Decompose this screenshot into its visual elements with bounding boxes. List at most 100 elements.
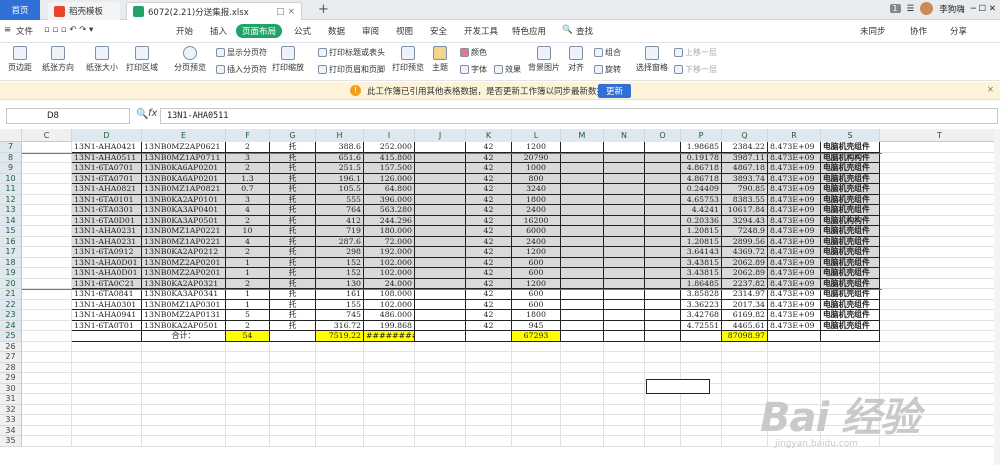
cell-g[interactable] [270,436,316,447]
cell-i[interactable]: 157.500 [364,163,415,174]
cell-h[interactable]: 152 [316,268,364,279]
cell-t[interactable] [880,142,1000,153]
cell-h[interactable] [316,352,364,363]
cell-m[interactable] [561,394,604,405]
cell-s[interactable]: 电脑机壳组件 [821,163,880,174]
menu-start[interactable]: 开始 [176,25,193,37]
cell-i[interactable]: 102.000 [364,268,415,279]
column-header-p[interactable]: P [681,129,722,142]
cell-r[interactable]: 8.473E+09 [768,268,821,279]
cell-p[interactable]: 3.43815 [681,257,722,268]
cell-j[interactable] [415,152,466,163]
cell-g[interactable]: 托 [270,215,316,226]
cell-r[interactable]: 8.473E+09 [768,236,821,247]
cell-t[interactable] [880,320,1000,331]
cell-n[interactable] [604,236,645,247]
cell-t[interactable] [880,205,1000,216]
cell-f[interactable]: 2 [226,320,270,331]
cell-j[interactable] [415,142,466,153]
cell-h[interactable]: 745 [316,310,364,321]
cell-m[interactable] [561,152,604,163]
cell-c[interactable] [22,257,72,268]
cell-l[interactable]: 1200 [512,278,561,289]
cell-h[interactable]: 152 [316,257,364,268]
cell-d[interactable]: 13N1-6TA0301 [72,205,142,216]
cell-p[interactable]: 3.43815 [681,268,722,279]
cell-m[interactable] [561,352,604,363]
cell-s[interactable]: 电脑机壳组件 [821,278,880,289]
cell-f[interactable] [226,415,270,426]
cell-c[interactable] [22,247,72,258]
cell-h[interactable] [316,436,364,447]
cell-q[interactable]: 6169.82 [722,310,768,321]
tab-workbook[interactable]: 6072(2.21)分送集报.xlsx □ × [126,2,302,20]
cell-f[interactable] [226,404,270,415]
row-header[interactable]: 16 [0,236,22,247]
group-button[interactable]: 组合 [594,47,621,58]
cell-h[interactable] [316,341,364,352]
name-box[interactable]: D8 [6,108,130,124]
cell-i[interactable] [364,341,415,352]
cell-e[interactable] [142,436,226,447]
cell-m[interactable] [561,425,604,436]
cell-f[interactable] [226,362,270,373]
cell-g[interactable]: 托 [270,299,316,310]
cell-e[interactable]: 13NB0MZ2AP0201 [142,268,226,279]
cell-p[interactable]: 3.36223 [681,299,722,310]
row-header[interactable]: 29 [0,373,22,384]
cell-s[interactable] [821,352,880,363]
cell-c[interactable] [22,310,72,321]
cell-o[interactable] [645,341,681,352]
cell-n[interactable] [604,299,645,310]
row-header[interactable]: 19 [0,268,22,279]
cell-f[interactable] [226,373,270,384]
cell-q[interactable] [722,362,768,373]
paper-size-button[interactable]: 纸张大小 [86,46,118,73]
cell-l[interactable]: 945 [512,320,561,331]
cell-c[interactable] [22,268,72,279]
cell-n[interactable] [604,173,645,184]
cell-j[interactable] [415,226,466,237]
cell-d[interactable]: 13N1-AHA0941 [72,310,142,321]
cell-o[interactable] [645,152,681,163]
cell-s[interactable]: 电脑机壳组件 [821,310,880,321]
window-controls-icon[interactable]: ─ ☐ ✕ [971,4,996,14]
cell-i[interactable]: 72.000 [364,236,415,247]
cell-t[interactable] [880,194,1000,205]
cell-k[interactable] [466,362,512,373]
cell-t[interactable] [880,152,1000,163]
column-header-j[interactable]: J [415,129,466,142]
cell-p[interactable] [681,425,722,436]
cell-f[interactable] [226,394,270,405]
cell-s[interactable] [821,362,880,373]
cell-s[interactable]: 电脑机壳组件 [821,142,880,153]
cell-t[interactable] [880,247,1000,258]
cell-i[interactable]: 24.000 [364,278,415,289]
cell-n[interactable] [604,425,645,436]
cell-l[interactable]: 67293 [512,331,561,342]
cell-h[interactable]: 764 [316,205,364,216]
cell-i[interactable] [364,404,415,415]
cell-q[interactable]: 2314.97 [722,289,768,300]
cell-t[interactable] [880,373,1000,384]
cell-c[interactable] [22,394,72,405]
cell-s[interactable]: 电脑机壳组件 [821,247,880,258]
cell-c[interactable] [22,436,72,447]
cell-k[interactable] [466,331,512,342]
cell-l[interactable]: 3240 [512,184,561,195]
row-header[interactable]: 13 [0,205,22,216]
cell-k[interactable] [466,425,512,436]
cell-j[interactable] [415,215,466,226]
cell-n[interactable] [604,152,645,163]
cell-s[interactable]: 电脑机构构件 [821,152,880,163]
cell-g[interactable]: 托 [270,142,316,153]
cell-e[interactable]: 13NB0KA2AP0501 [142,320,226,331]
cell-d[interactable]: 13N1-AHA0821 [72,184,142,195]
cell-d[interactable]: 13N1-6TA0D01 [72,215,142,226]
cell-k[interactable] [466,436,512,447]
cell-k[interactable] [466,352,512,363]
cell-r[interactable]: 8.473E+09 [768,247,821,258]
cell-q[interactable]: 2017.34 [722,299,768,310]
cell-n[interactable] [604,226,645,237]
cell-k[interactable]: 42 [466,278,512,289]
